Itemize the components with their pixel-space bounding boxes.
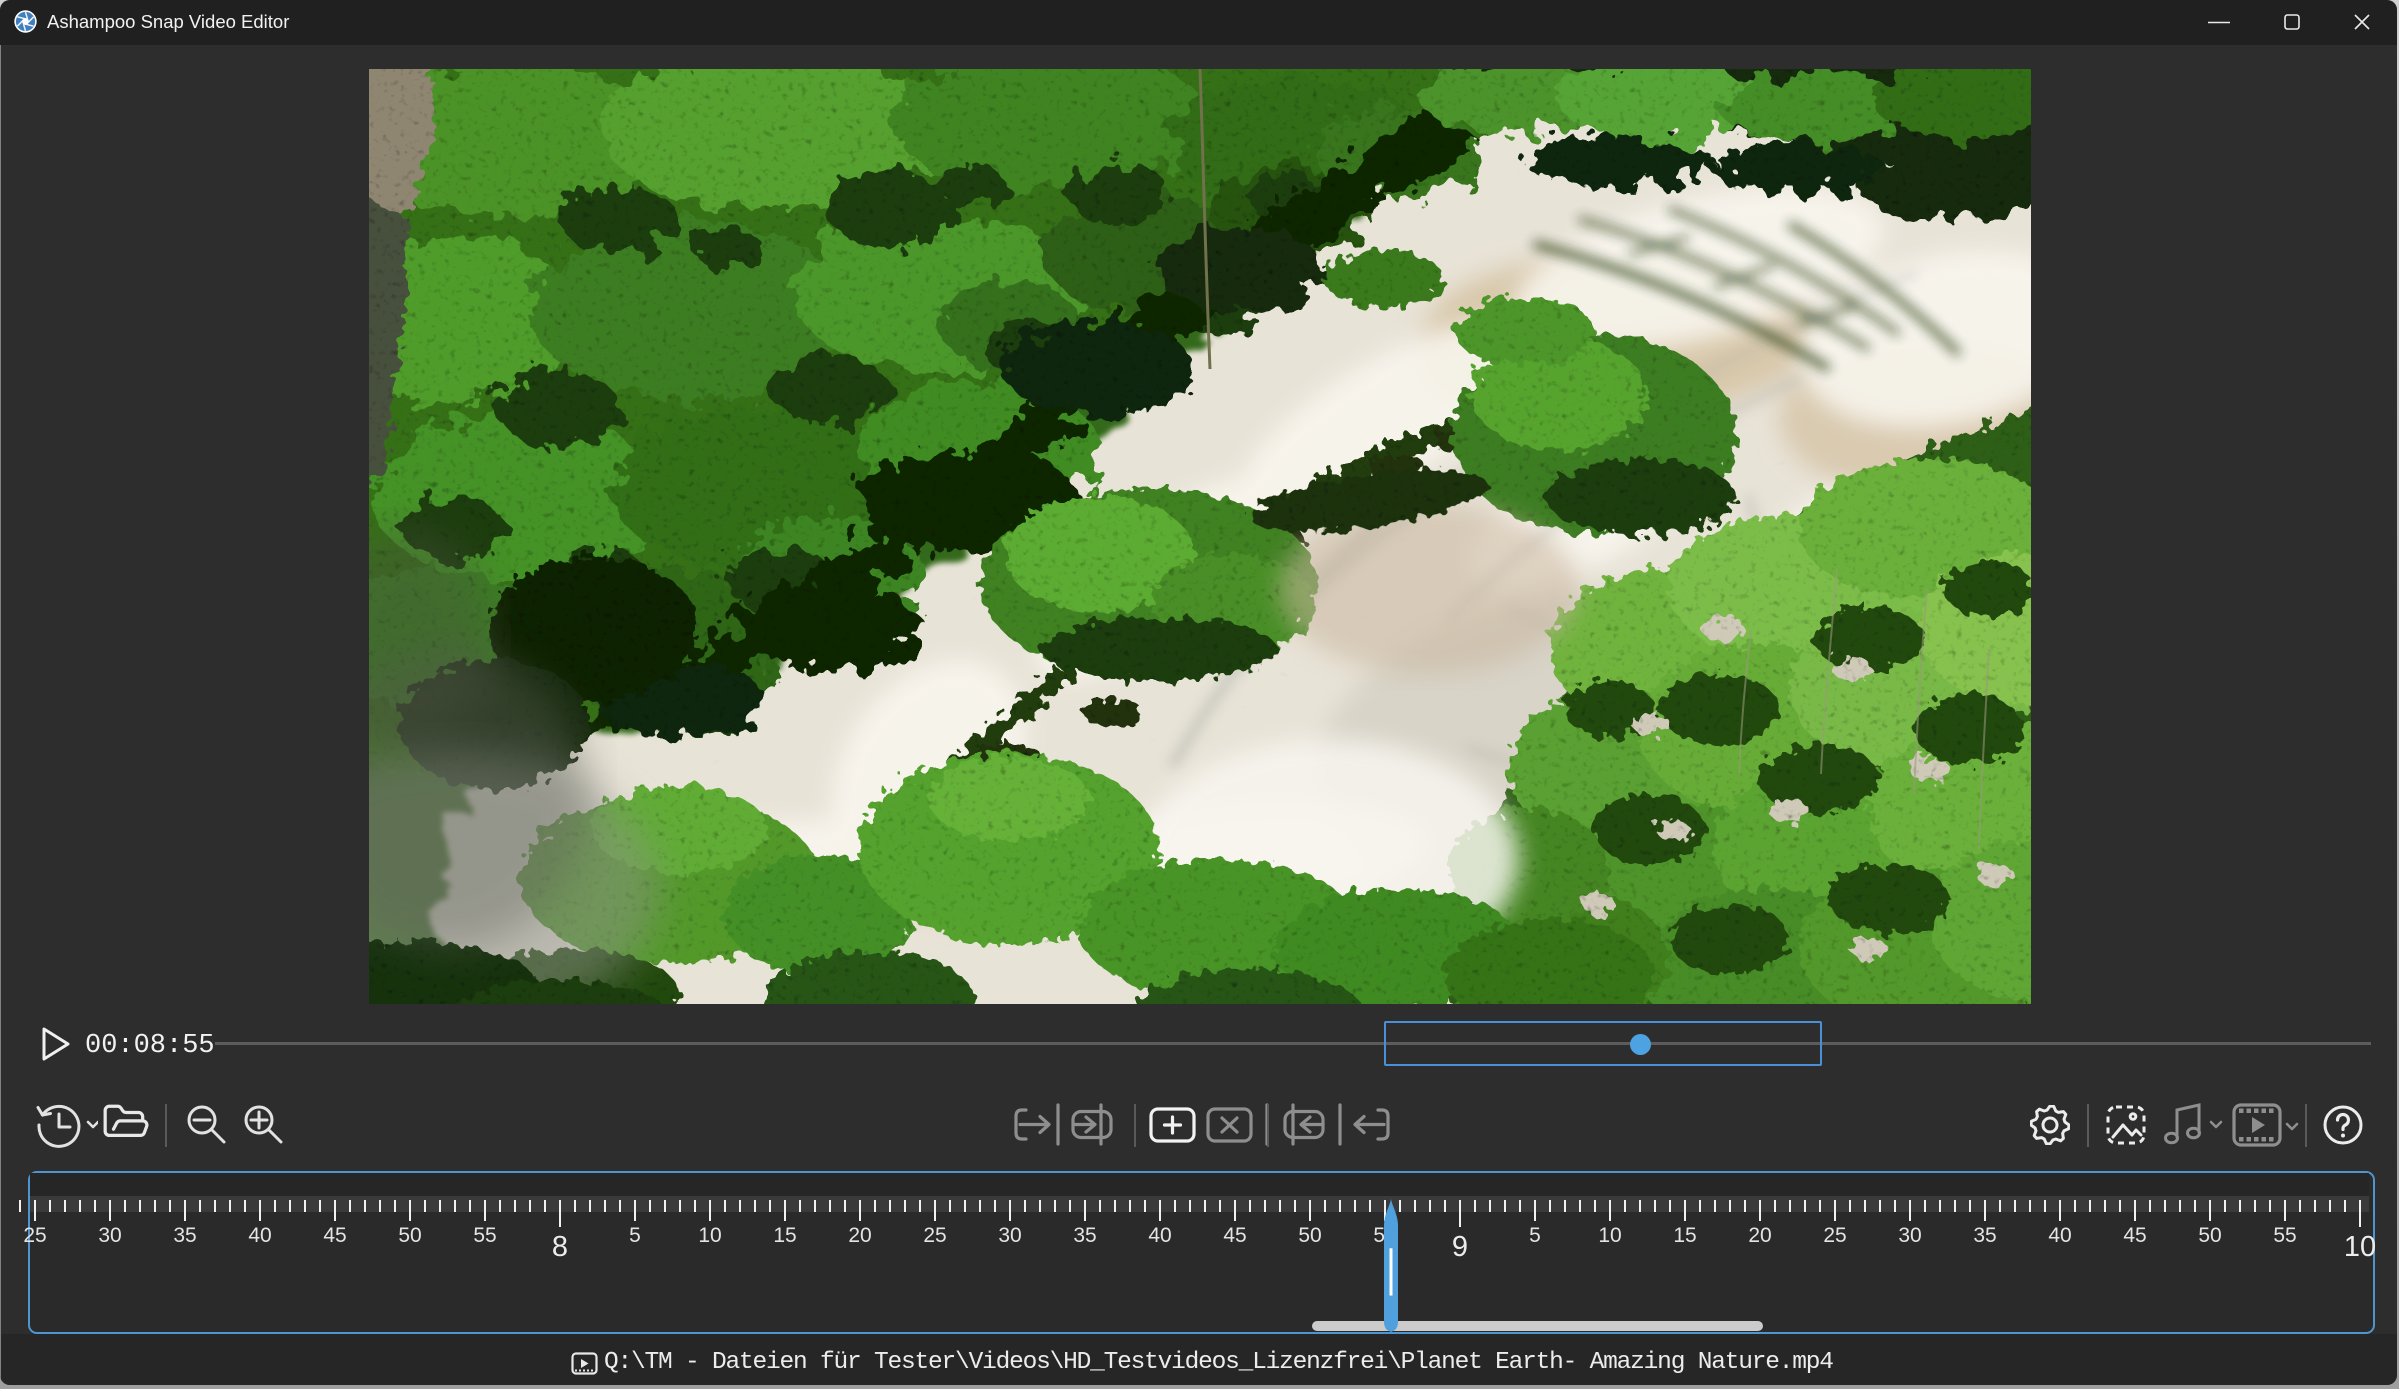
svg-text:10: 10 bbox=[698, 1224, 721, 1247]
svg-text:30: 30 bbox=[1898, 1224, 1921, 1247]
svg-text:35: 35 bbox=[1973, 1224, 1996, 1247]
svg-text:30: 30 bbox=[98, 1224, 121, 1247]
svg-text:20: 20 bbox=[848, 1224, 871, 1247]
svg-text:55: 55 bbox=[473, 1224, 496, 1247]
svg-text:40: 40 bbox=[248, 1224, 271, 1247]
svg-text:5: 5 bbox=[1529, 1224, 1541, 1247]
svg-text:5: 5 bbox=[629, 1224, 641, 1247]
svg-text:55: 55 bbox=[2273, 1224, 2296, 1247]
svg-text:25: 25 bbox=[23, 1224, 46, 1247]
svg-text:15: 15 bbox=[773, 1224, 796, 1247]
svg-text:9: 9 bbox=[1452, 1231, 1468, 1263]
svg-text:25: 25 bbox=[923, 1224, 946, 1247]
svg-text:50: 50 bbox=[398, 1224, 421, 1247]
svg-text:45: 45 bbox=[323, 1224, 346, 1247]
svg-text:25: 25 bbox=[1823, 1224, 1846, 1247]
svg-text:10: 10 bbox=[1598, 1224, 1621, 1247]
svg-text:35: 35 bbox=[1073, 1224, 1096, 1247]
svg-text:20: 20 bbox=[1748, 1224, 1771, 1247]
svg-text:30: 30 bbox=[998, 1224, 1021, 1247]
svg-text:50: 50 bbox=[1298, 1224, 1321, 1247]
svg-text:15: 15 bbox=[1673, 1224, 1696, 1247]
svg-text:45: 45 bbox=[2123, 1224, 2146, 1247]
svg-text:45: 45 bbox=[1223, 1224, 1246, 1247]
svg-text:40: 40 bbox=[2048, 1224, 2071, 1247]
svg-text:35: 35 bbox=[173, 1224, 196, 1247]
svg-text:40: 40 bbox=[1148, 1224, 1171, 1247]
svg-text:10: 10 bbox=[2344, 1231, 2376, 1263]
svg-text:50: 50 bbox=[2198, 1224, 2221, 1247]
svg-text:8: 8 bbox=[552, 1231, 568, 1263]
